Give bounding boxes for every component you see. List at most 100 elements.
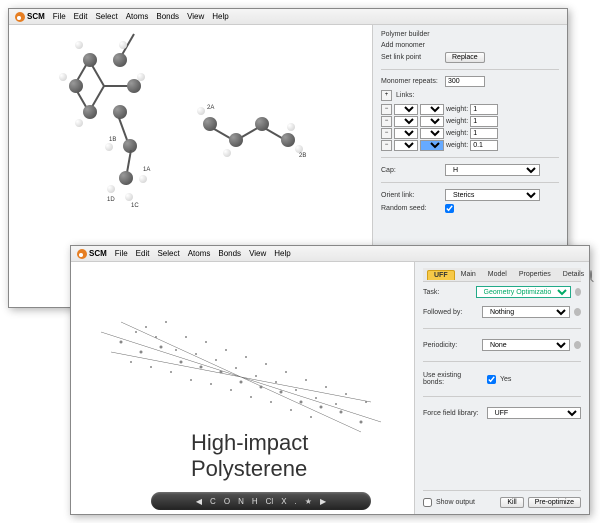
tab-main[interactable]: Main [455,270,482,279]
kill-button[interactable]: Kill [500,497,523,508]
repeats-input[interactable] [445,76,485,87]
link-to-select[interactable]: 2B [420,140,444,151]
separator [381,182,559,183]
cap-label: Cap: [381,167,441,174]
elem-o[interactable]: O [224,497,230,506]
tab-model[interactable]: Model [482,270,513,279]
replace-button[interactable]: Replace [445,52,485,63]
followed-select[interactable]: Nothing [482,306,570,318]
app-logo: SCM [77,249,107,259]
menu-edit[interactable]: Edit [74,12,88,21]
seed-checkbox[interactable] [445,204,454,213]
orient-select[interactable]: Sterics [445,189,540,201]
polymer-viewport[interactable]: High-impact Polysterene ◀ C O N H Cl X .… [71,262,414,514]
menu-help[interactable]: Help [274,249,290,258]
label-1b: 1B [109,137,116,143]
elem-n[interactable]: N [238,497,244,506]
seed-label: Random seed: [381,205,441,212]
ff-select[interactable]: UFF [487,407,581,419]
remove-link-button[interactable]: − [381,116,392,127]
info-icon[interactable] [575,288,581,296]
periodicity-label: Periodicity: [423,342,478,349]
preoptimize-button[interactable]: Pre-optimize [528,497,581,508]
show-output-checkbox[interactable] [423,498,432,507]
bonds-checkbox[interactable] [487,375,496,384]
ff-label: Force field library: [423,410,483,417]
menu-file[interactable]: File [53,12,66,21]
set-link-label: Set link point [381,54,441,61]
arrow-left-icon[interactable]: ◀ [196,497,202,506]
separator [423,396,581,397]
link-from-select[interactable]: 1D [394,128,418,139]
logo-icon [77,249,87,259]
uff-panel: UFF Main Model Properties Details Task: … [414,262,589,514]
menu-bonds[interactable]: Bonds [156,12,179,21]
elem-cl[interactable]: Cl [266,497,274,506]
weight-label: weight: [446,106,468,113]
task-select[interactable]: Geometry Optimization [476,286,571,298]
link-to-select[interactable]: 2A [420,128,444,139]
link-from-select[interactable]: 1C [394,116,418,127]
menu-edit[interactable]: Edit [136,249,150,258]
cap-select[interactable]: H [445,164,540,176]
add-link-button[interactable]: + [381,90,392,101]
tabbar: UFF Main Model Properties Details [423,268,581,282]
elem-h[interactable]: H [252,497,258,506]
info-icon[interactable] [574,308,581,316]
orient-label: Orient link: [381,192,441,199]
bottom-bar: Show output Kill Pre-optimize [423,490,581,508]
menu-help[interactable]: Help [212,12,228,21]
arrow-right-icon[interactable]: ▶ [320,497,326,506]
link-row-3: − 2A 2B weight: [381,140,559,151]
repeats-label: Monomer repeats: [381,78,441,85]
content-area: High-impact Polysterene ◀ C O N H Cl X .… [71,262,589,514]
uff-window: SCM File Edit Select Atoms Bonds View He… [70,245,590,515]
menu-bonds[interactable]: Bonds [218,249,241,258]
weight-input[interactable] [470,116,498,127]
link-from-select[interactable]: 1A [394,104,418,115]
info-icon[interactable] [574,341,581,349]
separator [381,157,559,158]
logo-icon [15,12,25,22]
weight-label: weight: [446,142,468,149]
link-row-1: − 1C 2A weight: [381,116,559,127]
menu-select[interactable]: Select [157,249,179,258]
followed-label: Followed by: [423,309,478,316]
remove-link-button[interactable]: − [381,128,392,139]
tab-properties[interactable]: Properties [513,270,557,279]
caption-text: High-impact Polysterene [191,430,414,482]
search-icon[interactable] [590,270,592,280]
weight-input[interactable] [470,104,498,115]
link-from-select[interactable]: 2A [394,140,418,151]
app-logo: SCM [15,12,45,22]
tab-uff[interactable]: UFF [427,270,455,280]
menu-atoms[interactable]: Atoms [188,249,211,258]
add-monomer-label: Add monomer [381,42,425,49]
show-output-label: Show output [436,499,475,506]
element-toolbar: ◀ C O N H Cl X . ★ ▶ [151,492,371,510]
menu-atoms[interactable]: Atoms [126,12,149,21]
menu-select[interactable]: Select [95,12,117,21]
remove-link-button[interactable]: − [381,140,392,151]
elem-x[interactable]: X [281,497,286,506]
elem-c[interactable]: C [210,497,216,506]
separator [381,69,559,70]
link-to-select[interactable]: 2A [420,116,444,127]
periodicity-select[interactable]: None [482,339,570,351]
weight-input[interactable] [470,140,498,151]
remove-link-button[interactable]: − [381,104,392,115]
elem-period[interactable]: . [295,497,297,506]
menu-file[interactable]: File [115,249,128,258]
tab-details[interactable]: Details [557,270,590,279]
label-1c: 1C [131,203,139,209]
menu-view[interactable]: View [249,249,266,258]
label-2b: 2B [299,153,306,159]
star-icon[interactable]: ★ [305,497,312,506]
menu-view[interactable]: View [187,12,204,21]
panel-title: Polymer builder [381,31,559,38]
link-to-select[interactable]: 1B [420,104,444,115]
weight-input[interactable] [470,128,498,139]
bonds-label: Use existing bonds: [423,372,483,386]
menubar: SCM File Edit Select Atoms Bonds View He… [71,246,589,262]
app-name: SCM [27,12,45,21]
